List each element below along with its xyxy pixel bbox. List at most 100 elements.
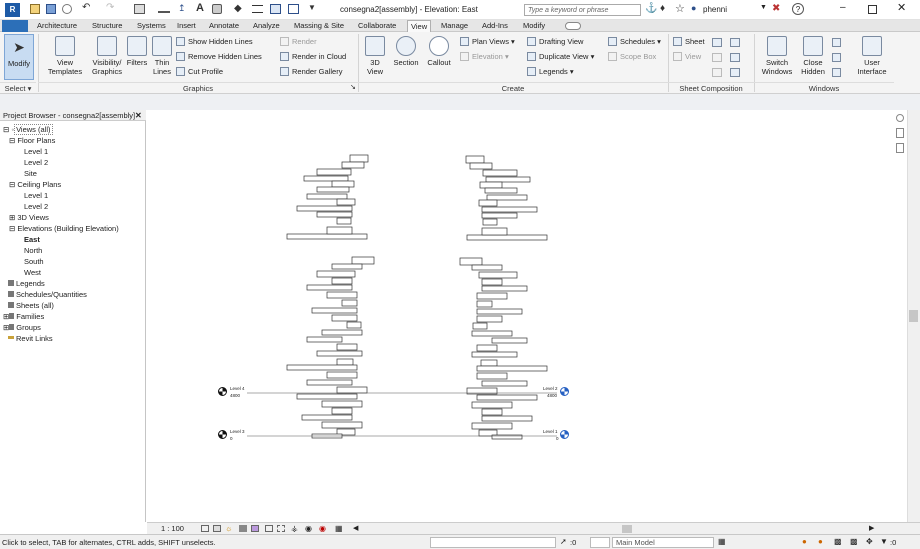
redo-icon[interactable]: ↷ <box>106 2 114 13</box>
stair-block[interactable] <box>331 277 353 285</box>
link-select-icon[interactable]: ● <box>802 537 807 546</box>
text-icon[interactable]: A <box>196 2 204 14</box>
customize-qat-icon[interactable]: ▼ <box>308 3 316 12</box>
graphics-dialog-launcher-icon[interactable]: ↘ <box>350 83 356 91</box>
guide-grid-icon[interactable] <box>712 53 722 62</box>
stair-block[interactable] <box>480 359 498 367</box>
stair-block[interactable] <box>481 206 538 213</box>
star-icon[interactable]: ☆ <box>675 2 685 15</box>
stair-block[interactable] <box>476 365 548 372</box>
measure-icon[interactable] <box>158 4 170 13</box>
tree-item-elevations[interactable]: ⊟ Elevations (Building Elevation) <box>9 223 119 234</box>
stair-block[interactable] <box>349 154 369 163</box>
scroll-thumb[interactable] <box>909 310 918 322</box>
level-head-icon[interactable] <box>218 387 227 396</box>
remove-hidden-lines-button[interactable]: Remove Hidden Lines <box>176 52 262 62</box>
cut-profile-button[interactable]: Cut Profile <box>176 67 223 77</box>
tree-item-3d-views[interactable]: ⊞ 3D Views <box>9 212 49 223</box>
undo-icon[interactable]: ↶ <box>82 2 90 13</box>
level-1-value[interactable]: 0 <box>556 436 559 441</box>
main-model-dropdown[interactable]: Main Model <box>612 537 714 548</box>
tab-insert[interactable]: Insert <box>174 20 199 32</box>
level-4-value[interactable]: 4800 <box>230 393 240 398</box>
stair-block[interactable] <box>476 394 538 401</box>
stair-block[interactable] <box>482 218 498 226</box>
exchange-icon[interactable]: ✖ <box>772 3 780 14</box>
collapse-icon[interactable]: ⊟ <box>3 125 9 134</box>
callout-button[interactable]: Callout <box>424 36 454 67</box>
switch-windows-button[interactable]: Switch Windows <box>758 36 796 76</box>
cascade-icon[interactable] <box>832 53 841 62</box>
tree-item-ceiling-level-1[interactable]: Level 1 <box>24 190 48 201</box>
vertical-scrollbar[interactable] <box>896 110 920 522</box>
stair-block[interactable] <box>321 329 363 336</box>
sync-icon[interactable] <box>62 4 72 14</box>
design-options-dropdown[interactable] <box>590 537 610 548</box>
view-cube-toggle-icon[interactable] <box>896 143 904 153</box>
project-browser-close-icon[interactable]: ✕ <box>135 110 142 121</box>
level-2-name[interactable]: Level 2 <box>543 386 558 391</box>
stair-block[interactable] <box>471 264 503 271</box>
select-panel-name[interactable]: Select ▾ <box>0 82 36 93</box>
stair-block[interactable] <box>311 307 358 314</box>
maximize-icon[interactable] <box>868 5 877 14</box>
stair-block[interactable] <box>316 270 356 278</box>
open-icon[interactable] <box>30 4 40 14</box>
underlay-select-icon[interactable]: ● <box>818 537 823 546</box>
tree-item-revit-links[interactable]: Revit Links <box>8 333 53 344</box>
tree-item-site[interactable]: Site <box>24 168 37 179</box>
stair-block[interactable] <box>481 380 528 387</box>
horizontal-scroll-left-icon[interactable]: ◀ <box>353 524 358 532</box>
render-button[interactable]: Render <box>280 37 317 47</box>
view-scale[interactable]: 1 : 100 <box>161 524 184 533</box>
tab-analyze[interactable]: Analyze <box>250 20 283 32</box>
shadows-icon[interactable] <box>239 525 247 532</box>
stair-block[interactable] <box>306 193 348 200</box>
stair-block[interactable] <box>472 322 488 330</box>
help-icon[interactable]: ? <box>792 3 804 15</box>
stair-block[interactable] <box>481 415 533 422</box>
tab-massing-site[interactable]: Massing & Site <box>291 20 347 32</box>
user-icon[interactable]: ● <box>691 3 696 13</box>
plan-views-button[interactable]: Plan Views ▾ <box>460 37 515 47</box>
pinned-select-icon[interactable]: ▩ <box>834 537 842 546</box>
stair-block[interactable] <box>306 379 353 386</box>
scope-box-button[interactable]: Scope Box <box>608 52 656 62</box>
level-2-value[interactable]: 4800 <box>547 393 557 398</box>
workset-dropdown[interactable] <box>430 537 556 548</box>
stair-block[interactable] <box>321 421 363 429</box>
schedules-button[interactable]: Schedules ▾ <box>608 37 661 47</box>
render-gallery-button[interactable]: Render Gallery <box>280 67 342 77</box>
stair-block[interactable] <box>482 169 518 177</box>
stair-block[interactable] <box>336 343 358 351</box>
show-hidden-lines-button[interactable]: Show Hidden Lines <box>176 37 253 47</box>
collapse-icon[interactable]: ⊟ <box>9 136 15 145</box>
tree-item-west[interactable]: West <box>24 267 41 278</box>
switch-windows-icon[interactable] <box>288 4 299 14</box>
tab-manage[interactable]: Manage <box>438 20 471 32</box>
tree-item-views-all[interactable]: ⊟ ◦ Views (all) <box>3 124 53 135</box>
navigation-wheel-icon[interactable] <box>896 114 904 122</box>
stair-block[interactable] <box>331 407 353 415</box>
stair-block[interactable] <box>296 205 353 212</box>
stair-block[interactable] <box>481 278 503 286</box>
viewports-icon[interactable] <box>730 68 740 77</box>
stair-block[interactable] <box>331 314 358 322</box>
stair-block[interactable] <box>476 315 503 323</box>
stair-block[interactable] <box>476 372 508 380</box>
stair-block[interactable] <box>306 284 353 291</box>
replicate-icon[interactable] <box>832 38 841 47</box>
tree-item-south[interactable]: South <box>24 256 44 267</box>
stair-block[interactable] <box>316 350 363 357</box>
modify-button[interactable]: ➤ Modify <box>4 34 34 80</box>
stair-block[interactable] <box>481 212 518 219</box>
stair-block[interactable] <box>336 217 352 225</box>
tree-item-schedules[interactable]: Schedules/Quantities <box>8 289 87 300</box>
legends-button[interactable]: Legends ▾ <box>527 67 574 77</box>
collapse-icon[interactable]: ⊟ <box>9 224 15 233</box>
level-3-value[interactable]: 0 <box>230 436 233 441</box>
stair-block[interactable] <box>341 299 358 307</box>
analytical-model-icon[interactable]: ▦ <box>335 524 343 533</box>
tree-item-legends[interactable]: Legends <box>8 278 45 289</box>
revisions-icon[interactable] <box>730 38 740 47</box>
